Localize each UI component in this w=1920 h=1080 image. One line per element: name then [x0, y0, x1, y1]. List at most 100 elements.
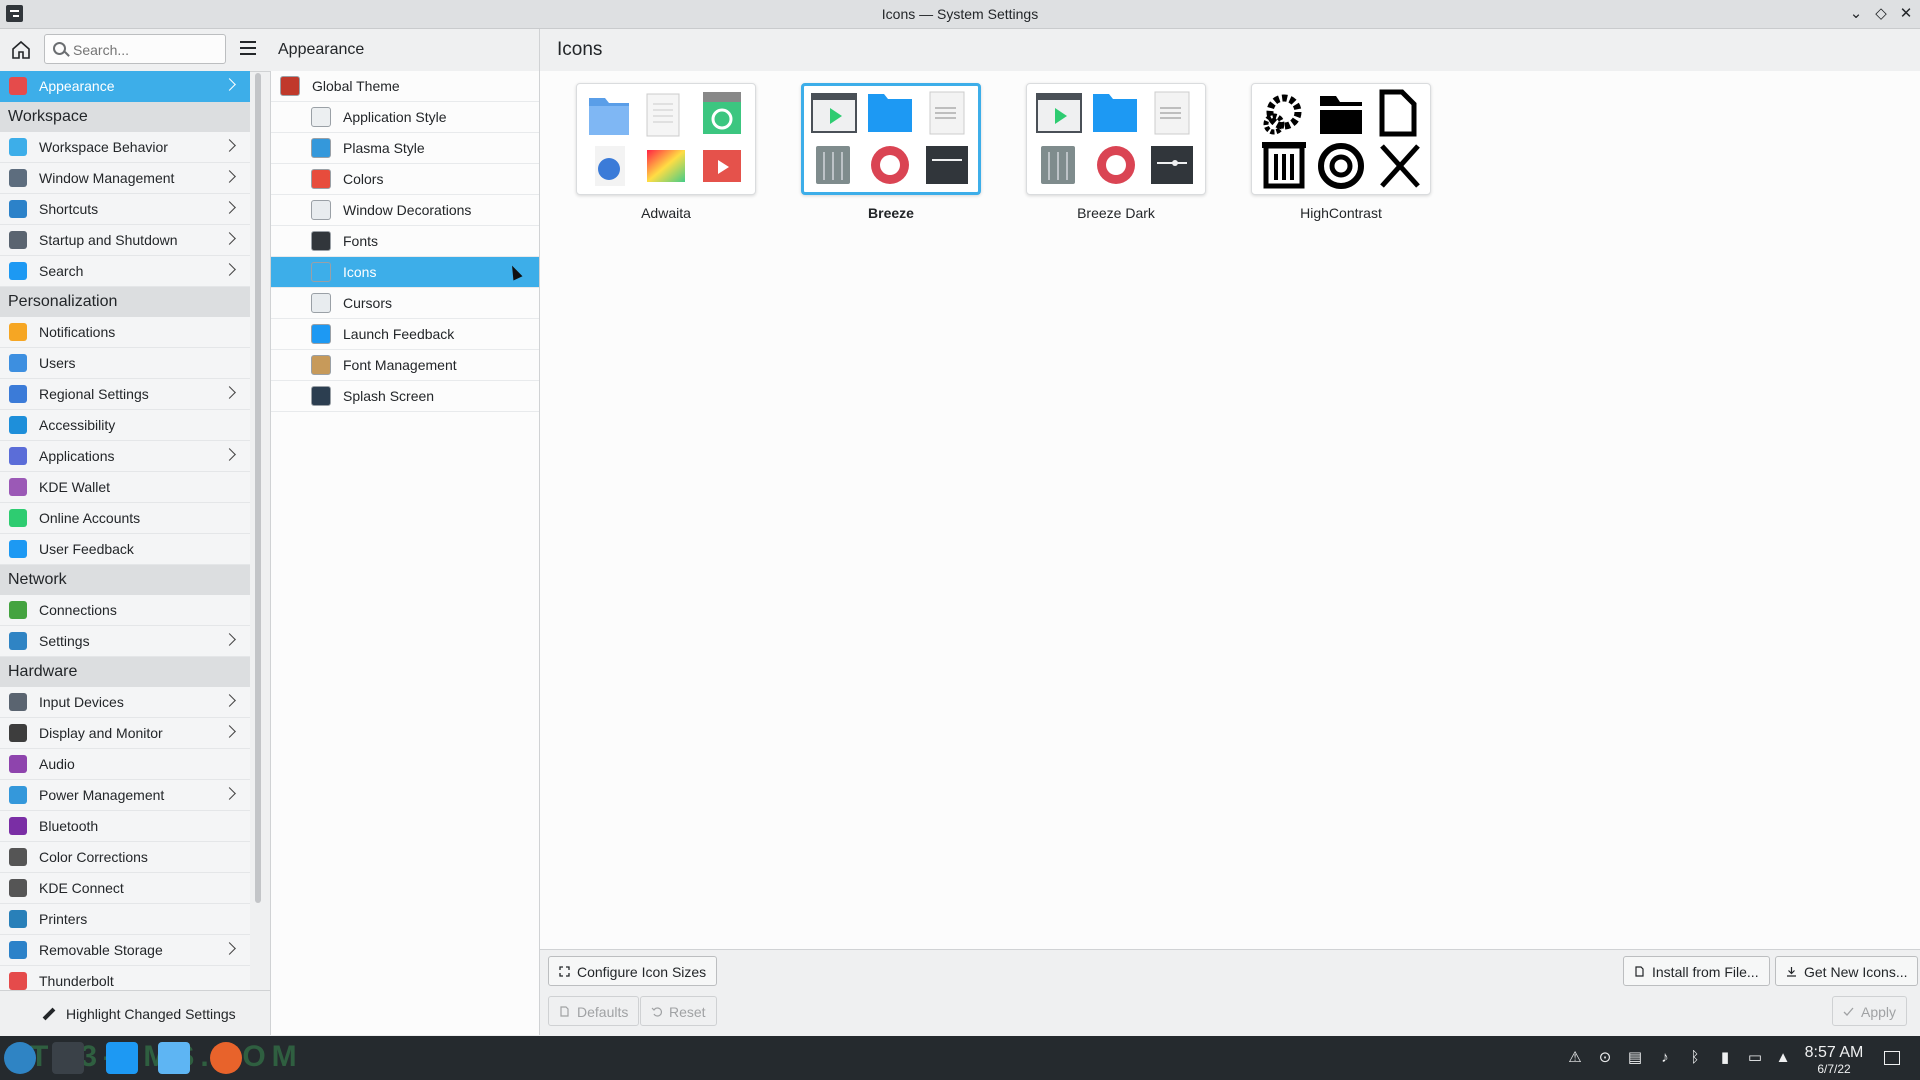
- sidebar-item-startup-and-shutdown[interactable]: Startup and Shutdown: [0, 225, 250, 256]
- hamburger-menu-icon[interactable]: [240, 41, 256, 55]
- sidebar-item-kde-wallet[interactable]: KDE Wallet: [0, 472, 250, 503]
- theme-highcontrast[interactable]: HighContrast: [1251, 83, 1431, 221]
- home-icon[interactable]: [8, 37, 34, 63]
- sidebar-item-accessibility[interactable]: Accessibility: [0, 410, 250, 441]
- show-desktop-icon[interactable]: [1884, 1051, 1900, 1065]
- highlight-label: Highlight Changed Settings: [66, 1006, 236, 1022]
- theme-adwaita[interactable]: Adwaita: [576, 83, 756, 221]
- kde-wallet-icon: [9, 478, 27, 496]
- sidebar-scrollbar[interactable]: [255, 73, 261, 903]
- sidebar-item-label: Color Corrections: [39, 849, 148, 865]
- defaults-button[interactable]: Defaults: [548, 996, 640, 1026]
- sublist-item-icons[interactable]: Icons: [271, 257, 540, 288]
- sublist-item-launch-feedback[interactable]: Launch Feedback: [271, 319, 540, 350]
- sidebar-item-appearance[interactable]: Appearance: [0, 71, 250, 102]
- theme-preview-card[interactable]: [1026, 83, 1206, 195]
- volume-icon[interactable]: ♪: [1656, 1049, 1674, 1067]
- theme-breeze-dark[interactable]: Breeze Dark: [1026, 83, 1206, 221]
- highlight-changed-settings-button[interactable]: Highlight Changed Settings: [42, 1006, 236, 1022]
- sublist-item-cursors[interactable]: Cursors: [271, 288, 540, 319]
- install-from-file-button[interactable]: Install from File...: [1623, 956, 1770, 986]
- sidebar-item-color-corrections[interactable]: Color Corrections: [0, 842, 250, 873]
- system-settings-task-icon[interactable]: [52, 1042, 84, 1074]
- sublist-item-application-style[interactable]: Application Style: [271, 102, 540, 133]
- sidebar-item-search[interactable]: Search: [0, 256, 250, 287]
- sublist-item-splash-screen[interactable]: Splash Screen: [271, 381, 540, 412]
- theme-preview-card[interactable]: [1251, 83, 1431, 195]
- sidebar-item-settings[interactable]: Settings: [0, 626, 250, 657]
- sidebar-item-regional-settings[interactable]: Regional Settings: [0, 379, 250, 410]
- update-icon[interactable]: ⊙: [1596, 1049, 1614, 1067]
- chevron-right-icon: [223, 386, 236, 399]
- sidebar-item-users[interactable]: Users: [0, 348, 250, 379]
- search-field[interactable]: [44, 34, 226, 65]
- sidebar-item-audio[interactable]: Audio: [0, 749, 250, 780]
- sidebar-item-removable-storage[interactable]: Removable Storage: [0, 935, 250, 966]
- tray-expand-icon[interactable]: ▲: [1774, 1049, 1792, 1067]
- minimize-button[interactable]: ⌄: [1846, 4, 1866, 24]
- maximize-button[interactable]: ◇: [1871, 4, 1891, 24]
- connections-icon: [9, 601, 27, 619]
- sidebar-item-applications[interactable]: Applications: [0, 441, 250, 472]
- firefox-task-icon[interactable]: [210, 1042, 242, 1074]
- sidebar-item-display-and-monitor[interactable]: Display and Monitor: [0, 718, 250, 749]
- network-icon[interactable]: ▭: [1746, 1049, 1764, 1067]
- section-header: Personalization: [0, 287, 250, 317]
- appearance-sublist: Global Theme Application Style Plasma Styl…: [270, 71, 540, 1035]
- reset-button[interactable]: Reset: [640, 996, 717, 1026]
- plasma-style-icon: [311, 138, 331, 158]
- notifications-icon[interactable]: ⚠: [1566, 1049, 1584, 1067]
- sidebar: Appearance Workspace Workspace Behavior Win…: [0, 71, 250, 990]
- sublist-item-window-decorations[interactable]: Window Decorations: [271, 195, 540, 226]
- icons-icon: [311, 262, 331, 282]
- chevron-right-icon: [223, 448, 236, 461]
- sidebar-item-power-management[interactable]: Power Management: [0, 780, 250, 811]
- theme-name: HighContrast: [1300, 205, 1382, 221]
- fedora-launcher-icon[interactable]: [4, 1042, 36, 1074]
- sidebar-item-notifications[interactable]: Notifications: [0, 317, 250, 348]
- sidebar-item-kde-connect[interactable]: KDE Connect: [0, 873, 250, 904]
- get-new-icons-button[interactable]: Get New Icons...: [1775, 956, 1919, 986]
- chevron-right-icon: [223, 694, 236, 707]
- sidebar-item-label: KDE Wallet: [39, 479, 111, 495]
- discover-task-icon[interactable]: [106, 1042, 138, 1074]
- sidebar-item-input-devices[interactable]: Input Devices: [0, 687, 250, 718]
- apply-button[interactable]: Apply: [1832, 996, 1908, 1026]
- sidebar-item-user-feedback[interactable]: User Feedback: [0, 534, 250, 565]
- close-button[interactable]: ✕: [1896, 4, 1916, 24]
- sidebar-item-label: Regional Settings: [39, 386, 149, 402]
- battery-icon[interactable]: ▮: [1716, 1049, 1734, 1067]
- highlight-bar: Highlight Changed Settings: [0, 990, 270, 1037]
- sidebar-item-printers[interactable]: Printers: [0, 904, 250, 935]
- configure-label: Configure Icon Sizes: [577, 964, 707, 980]
- sidebar-item-window-management[interactable]: Window Management: [0, 163, 250, 194]
- theme-preview-card[interactable]: [576, 83, 756, 195]
- sublist-item-plasma-style[interactable]: Plasma Style: [271, 133, 540, 164]
- sidebar-item-label: Appearance: [39, 78, 115, 94]
- sidebar-item-shortcuts[interactable]: Shortcuts: [0, 194, 250, 225]
- sublist-item-font-management[interactable]: Font Management: [271, 350, 540, 381]
- breeze-preview-icons: [811, 91, 968, 184]
- sublist-item-fonts[interactable]: Fonts: [271, 226, 540, 257]
- dolphin-task-icon[interactable]: [158, 1042, 190, 1074]
- theme-breeze[interactable]: Breeze: [801, 83, 981, 221]
- sidebar-item-online-accounts[interactable]: Online Accounts: [0, 503, 250, 534]
- sublist-item-global-theme[interactable]: Global Theme: [271, 71, 540, 102]
- theme-preview-card-selected[interactable]: [801, 83, 981, 195]
- clock[interactable]: 8:57 AM 6/7/22: [1800, 1044, 1868, 1076]
- sublist-item-colors[interactable]: Colors: [271, 164, 540, 195]
- search-input[interactable]: [71, 35, 225, 65]
- get-new-label: Get New Icons...: [1804, 964, 1908, 980]
- sidebar-item-connections[interactable]: Connections: [0, 595, 250, 626]
- sidebar-item-workspace-behavior[interactable]: Workspace Behavior: [0, 132, 250, 163]
- sidebar-item-label: Input Devices: [39, 694, 124, 710]
- sidebar-item-bluetooth[interactable]: Bluetooth: [0, 811, 250, 842]
- configure-icon-sizes-button[interactable]: Configure Icon Sizes: [548, 956, 718, 986]
- window-titlebar: Icons — System Settings ⌄ ◇ ✕: [0, 0, 1920, 29]
- sidebar-item-thunderbolt[interactable]: Thunderbolt: [0, 966, 250, 990]
- launch-feedback-icon: [311, 324, 331, 344]
- bluetooth-icon[interactable]: ᛒ: [1686, 1049, 1704, 1067]
- chevron-right-icon: [223, 633, 236, 646]
- search-icon: [9, 262, 27, 280]
- clipboard-icon[interactable]: ▤: [1626, 1049, 1644, 1067]
